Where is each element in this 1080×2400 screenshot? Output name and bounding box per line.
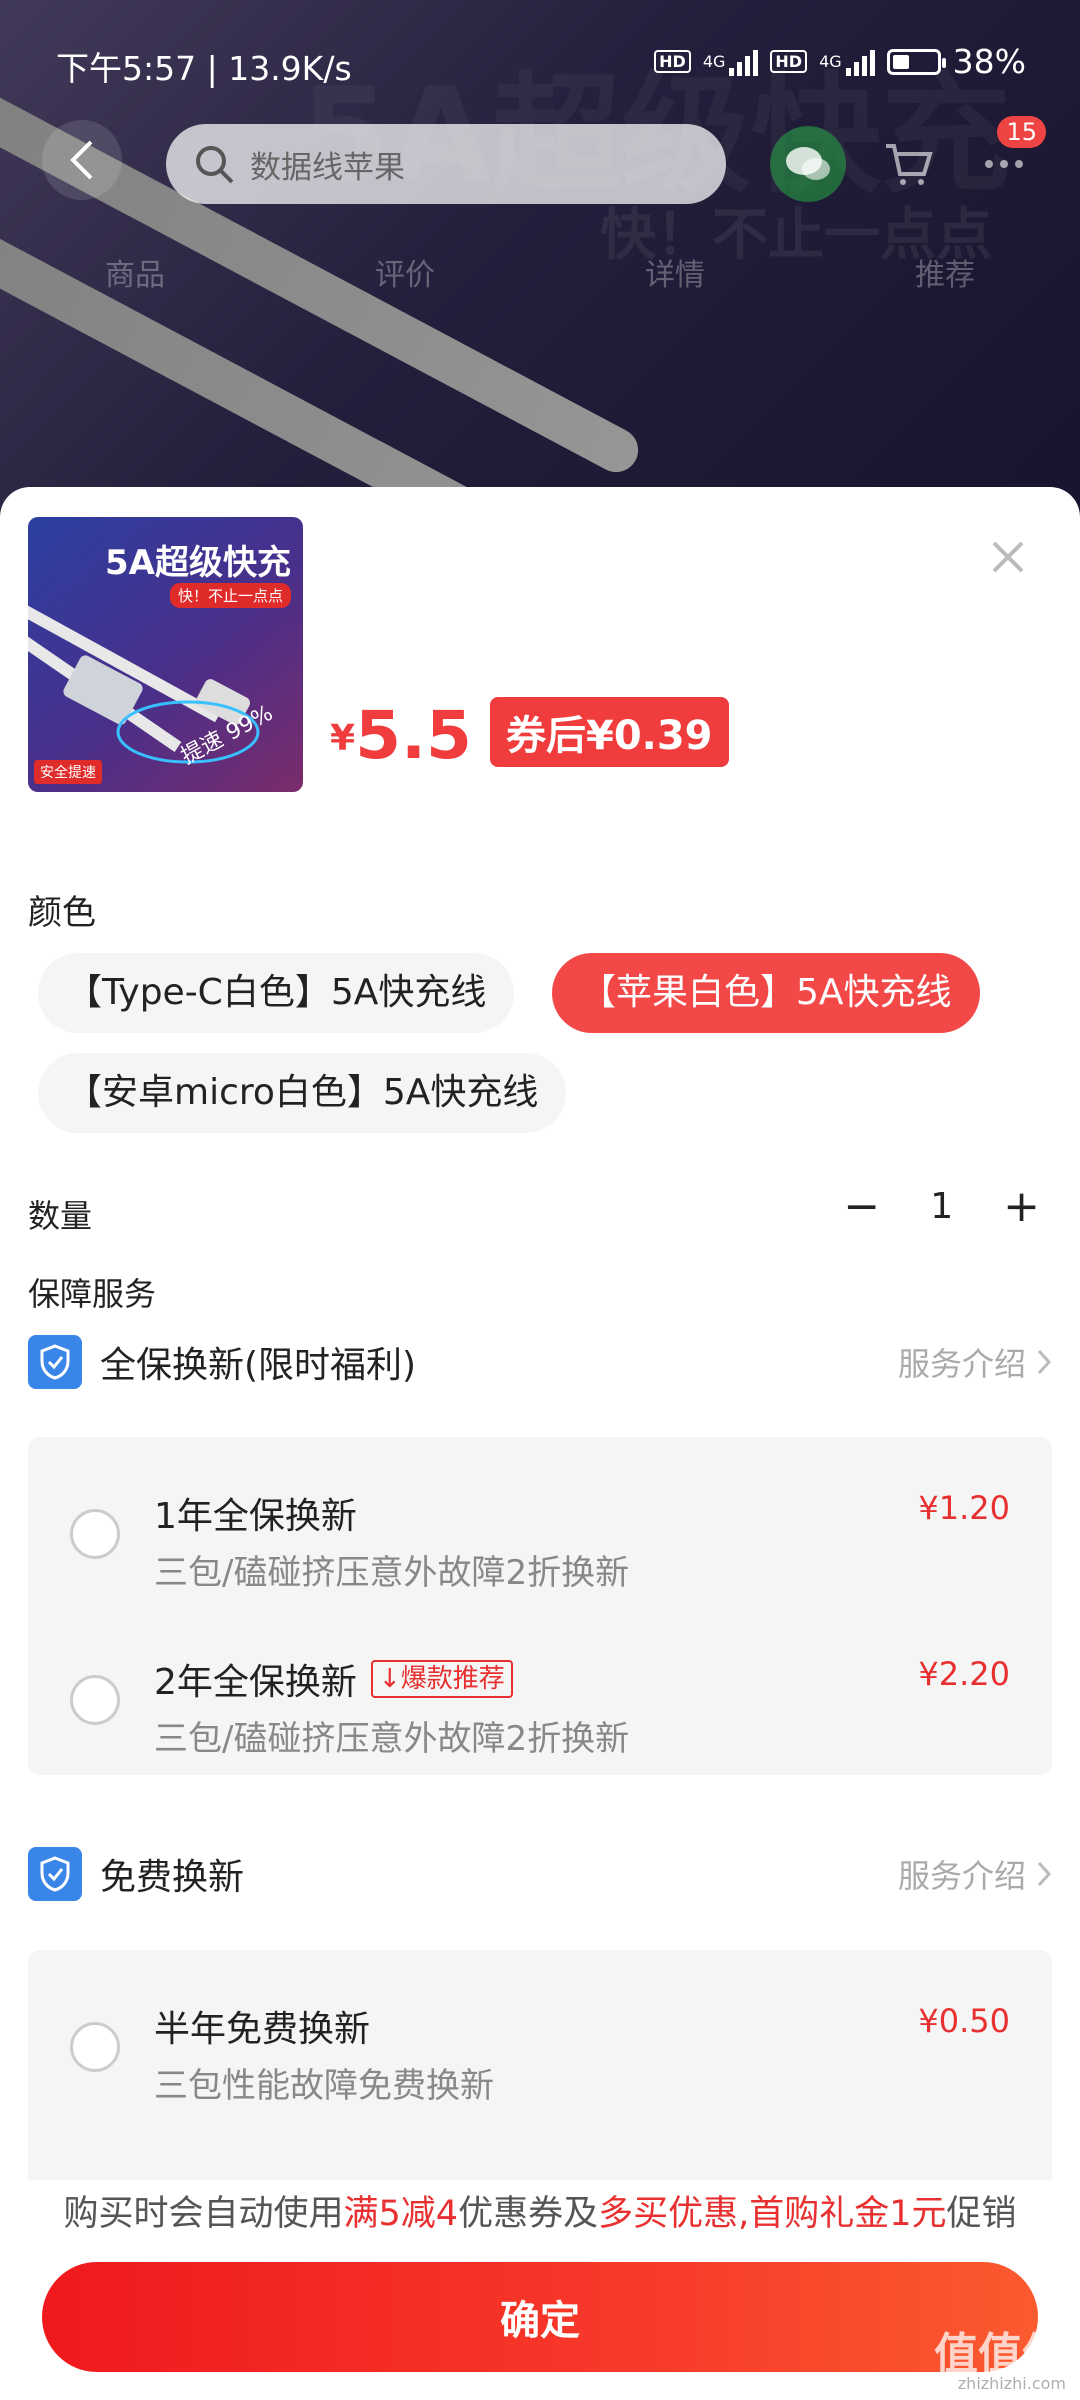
product-price: 5.5 [355, 697, 472, 774]
hot-recommend-tag: ↓爆款推荐 [370, 1660, 513, 1698]
radio-button[interactable] [70, 1509, 120, 1559]
option-name-text: 2年全保换新 [154, 1662, 357, 1703]
battery-level [892, 54, 909, 69]
back-button[interactable] [42, 120, 122, 200]
service-option-price: ¥2.20 [918, 1655, 1010, 1693]
currency-symbol: ¥ [330, 718, 356, 759]
service-option-price: ¥1.20 [918, 1489, 1010, 1527]
service-options-panel: 1年全保换新 三包/磕碰挤压意外故障2折换新 ¥1.20 2年全保换新 ↓爆款推… [28, 1437, 1052, 1775]
service-group-header: 全保换新(限时福利) 服务介绍 [28, 1332, 1052, 1392]
service-option-desc: 三包/磕碰挤压意外故障2折换新 [154, 1719, 630, 1759]
close-icon[interactable] [986, 535, 1030, 579]
color-option-micro[interactable]: 【安卓micro白色】5A快充线 [38, 1053, 567, 1133]
shield-icon [28, 1335, 82, 1389]
quantity-value[interactable]: 1 [930, 1186, 953, 1227]
service-group-title: 免费换新 [100, 1857, 245, 1898]
notice-highlight: 多买优惠,首购礼金1元 [598, 2194, 947, 2234]
top-nav: 数据线苹果 15 [0, 116, 1080, 240]
network-type: 4G [702, 52, 726, 71]
notice-text: 购买时会自动使用 [63, 2194, 344, 2234]
tab-goods[interactable]: 商品 [105, 250, 165, 320]
hd-icon: HD [770, 50, 808, 73]
cart-button[interactable] [870, 126, 946, 202]
product-tabs: 商品 评价 详情 推荐 [0, 250, 1080, 320]
service-option-desc: 三包性能故障免费换新 [154, 2066, 494, 2106]
tab-reviews[interactable]: 评价 [375, 250, 435, 320]
radio-button[interactable] [70, 2022, 120, 2072]
thumb-badge: 安全提速 [34, 760, 102, 784]
chevron-right-icon [1037, 1861, 1052, 1887]
cable-illustration [28, 605, 260, 764]
service-intro-label: 服务介绍 [897, 1345, 1026, 1383]
signal-icon [845, 48, 875, 76]
service-options-panel: 半年免费换新 三包性能故障免费换新 ¥0.50 [28, 1950, 1052, 2190]
wechat-share-button[interactable] [770, 126, 846, 202]
chevron-left-icon [70, 140, 93, 180]
chevron-right-icon [1037, 1349, 1052, 1375]
status-bar: 下午5:57 | 13.9K/s HD 4G HD 4G 38% [0, 0, 1080, 120]
radio-button[interactable] [70, 1675, 120, 1725]
search-bar[interactable]: 数据线苹果 [166, 124, 726, 204]
service-option-name: 2年全保换新 ↓爆款推荐 [154, 1653, 513, 1705]
cart-badge: 15 [997, 116, 1046, 148]
service-option[interactable]: 半年免费换新 三包性能故障免费换新 ¥0.50 [28, 1980, 1052, 2120]
service-group-title: 全保换新(限时福利) [100, 1345, 417, 1386]
hd-icon: HD [654, 50, 691, 73]
notice-highlight: 满5减4 [343, 2194, 459, 2234]
color-option-typec[interactable]: 【Type-C白色】5A快充线 [38, 953, 515, 1033]
network-type: 4G [819, 52, 842, 71]
battery-percent: 38% [952, 42, 1026, 81]
service-option[interactable]: 1年全保换新 三包/磕碰挤压意外故障2折换新 ¥1.20 [28, 1467, 1052, 1607]
quantity-title: 数量 [28, 1197, 93, 1235]
service-intro-link[interactable]: 服务介绍 [898, 1851, 1052, 1897]
tab-recommend[interactable]: 推荐 [915, 250, 975, 320]
quantity-decrease-button[interactable]: − [843, 1181, 880, 1232]
sku-selector-sheet: 5A超级快充 快！不止一点点 提速 99% 安全提速 ¥ 5.5 券后¥0.39… [0, 487, 1080, 2400]
notice-text: 促销 [946, 2194, 1017, 2234]
product-thumbnail[interactable]: 5A超级快充 快！不止一点点 提速 99% 安全提速 [28, 517, 303, 792]
service-option-desc: 三包/磕碰挤压意外故障2折换新 [154, 1553, 630, 1593]
service-option[interactable]: 2年全保换新 ↓爆款推荐 三包/磕碰挤压意外故障2折换新 ¥2.20 [28, 1633, 1052, 1773]
cart-icon [886, 144, 933, 185]
tab-details[interactable]: 详情 [645, 250, 705, 320]
watermark-url: zhizhizhi.com [957, 2374, 1066, 2393]
more-icon [985, 160, 1023, 168]
status-time: 下午5:57 | 13.9K/s [56, 49, 352, 88]
option-name-text: 1年全保换新 [154, 1496, 357, 1537]
option-name-text: 半年免费换新 [154, 2009, 371, 2050]
battery-icon [886, 48, 946, 75]
service-group-header: 免费换新 服务介绍 [28, 1844, 1052, 1904]
color-section-title: 颜色 [28, 893, 96, 933]
service-option-name: 1年全保换新 [154, 1487, 357, 1539]
search-placeholder: 数据线苹果 [250, 149, 405, 186]
more-button[interactable]: 15 [966, 116, 1046, 202]
wechat-icon [786, 147, 830, 180]
promotion-notice: 购买时会自动使用满5减4优惠券及多买优惠,首购礼金1元促销 [0, 2180, 1080, 2248]
watermark-logo: 值值值 [934, 2329, 1066, 2380]
color-option-apple[interactable]: 【苹果白色】5A快充线 [552, 953, 980, 1033]
price-row: ¥ 5.5 券后¥0.39 [330, 697, 729, 769]
shield-icon [28, 1847, 82, 1901]
service-section-title: 保障服务 [28, 1275, 157, 1313]
service-option-price: ¥0.50 [918, 2002, 1010, 2040]
confirm-button[interactable]: 确定 [42, 2262, 1038, 2372]
notice-text: 优惠券及 [458, 2194, 599, 2234]
service-intro-link[interactable]: 服务介绍 [898, 1339, 1052, 1385]
service-intro-label: 服务介绍 [897, 1857, 1026, 1895]
signal-icon [729, 48, 759, 76]
service-option-name: 半年免费换新 [154, 2000, 370, 2052]
status-icons: HD 4G HD 4G 38% [654, 42, 1026, 81]
quantity-stepper: − 1 + [843, 1181, 1040, 1232]
search-icon [196, 146, 234, 184]
quantity-increase-button[interactable]: + [1003, 1181, 1040, 1232]
coupon-price-badge: 券后¥0.39 [489, 697, 729, 767]
